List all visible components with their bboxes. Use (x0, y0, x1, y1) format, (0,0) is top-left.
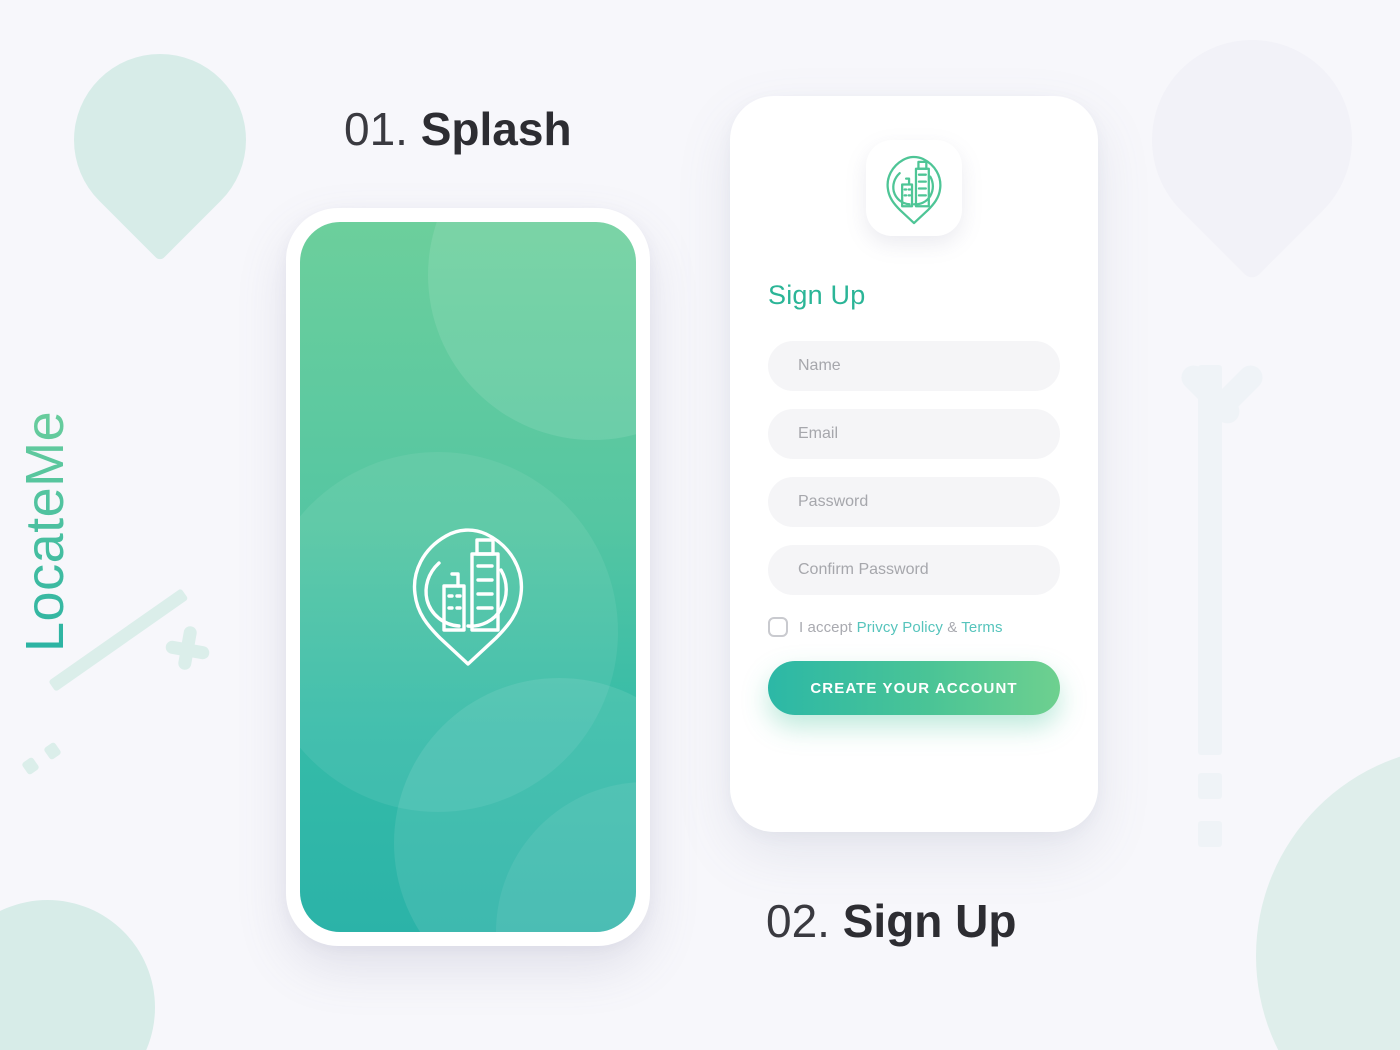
section-number: 01. (344, 103, 408, 155)
decorative-pin-top-right (1110, 0, 1394, 282)
decorative-blob (428, 222, 636, 440)
decorative-pin-top-left (38, 18, 282, 262)
decorative-circle-bottom-right (1256, 746, 1400, 1050)
splash-screen (300, 222, 636, 932)
email-input[interactable] (768, 409, 1060, 459)
phone-mockup (286, 208, 650, 946)
accept-terms-checkbox[interactable] (768, 617, 788, 637)
name-input[interactable] (768, 341, 1060, 391)
brand-name-vertical: LocateMe (14, 392, 76, 652)
section-label: Sign Up (842, 895, 1017, 947)
terms-text: I accept Privcy Policy & Terms (799, 619, 1003, 636)
signup-screen: Sign Up I accept Privcy Policy & Terms C… (730, 96, 1098, 832)
password-input[interactable] (768, 477, 1060, 527)
section-number: 02. (766, 895, 830, 947)
section-title-splash: 01. Splash (344, 102, 572, 156)
map-pin-city-icon (412, 528, 524, 666)
decorative-pin-bottom-left (0, 855, 200, 1050)
terms-acceptance-row: I accept Privcy Policy & Terms (768, 617, 1060, 637)
background-decorations (0, 0, 1400, 1050)
create-account-button[interactable]: CREATE YOUR ACCOUNT (768, 661, 1060, 715)
arrow-up-icon (1145, 325, 1275, 855)
section-label: Splash (420, 103, 572, 155)
section-title-signup: 02. Sign Up (766, 894, 1017, 948)
arrow-up-right-icon (21, 588, 240, 780)
terms-prefix: I accept (799, 618, 857, 636)
privacy-policy-link[interactable]: Privcy Policy (857, 619, 943, 636)
confirm-password-input[interactable] (768, 545, 1060, 595)
terms-separator: & (942, 618, 962, 636)
app-icon-tile (866, 140, 962, 236)
map-pin-city-icon (886, 155, 942, 225)
signup-heading: Sign Up (768, 280, 866, 310)
terms-link[interactable]: Terms (961, 619, 1002, 636)
